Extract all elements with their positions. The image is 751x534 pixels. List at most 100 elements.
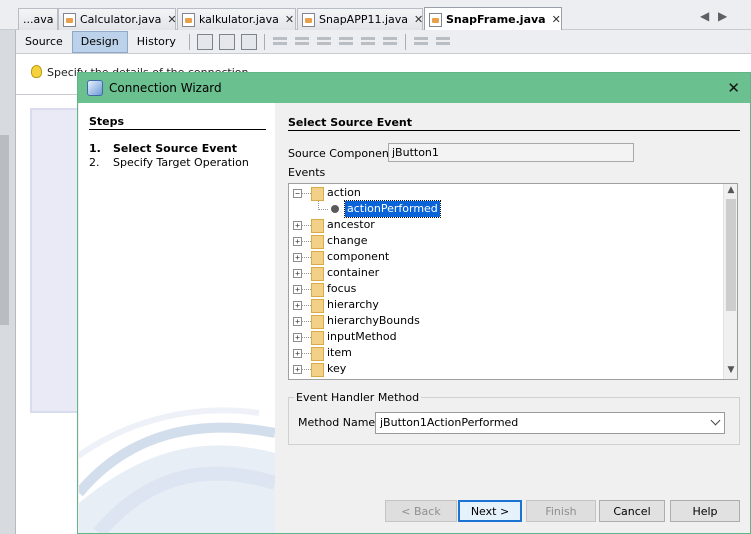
scroll-tabs-right-icon[interactable]: ▶	[718, 9, 727, 23]
decorative-swoosh-graphic	[79, 407, 275, 533]
dialog-title-bar[interactable]: Connection Wizard ✕	[78, 73, 750, 103]
help-button[interactable]: Help	[670, 500, 740, 522]
collapse-icon[interactable]: −	[293, 189, 302, 198]
source-component-label: Source Component:	[288, 147, 397, 160]
close-tab-icon[interactable]: ✕	[552, 13, 561, 26]
editor-tab-kalkulator[interactable]: kalkulator.java ✕	[177, 8, 296, 30]
events-tree[interactable]: − action actionPerformed + ancestor + chang…	[288, 183, 738, 380]
expand-icon[interactable]: +	[293, 237, 302, 246]
folder-icon	[311, 251, 324, 265]
step-label: Select Source Event	[113, 142, 238, 155]
tree-node-actionperformed[interactable]: actionPerformed	[289, 200, 721, 218]
tree-node-change[interactable]: + change	[289, 233, 721, 249]
tree-node-inputmethod[interactable]: + inputMethod	[289, 329, 721, 345]
align-center-icon[interactable]	[316, 34, 332, 50]
folder-icon	[311, 315, 324, 329]
tree-connector	[302, 353, 311, 354]
tree-node-hierarchybounds[interactable]: + hierarchyBounds	[289, 313, 721, 329]
tree-node-label: component	[327, 250, 390, 263]
editor-tab-bar: ...ava Calculator.java ✕ kalkulator.java…	[0, 0, 751, 31]
expand-icon[interactable]: +	[293, 365, 302, 374]
next-button[interactable]: Next >	[458, 500, 522, 522]
resize-vertical-icon[interactable]	[435, 34, 451, 50]
source-view-button[interactable]: Source	[16, 31, 72, 53]
tab-label: kalkulator.java	[199, 13, 279, 26]
connection-mode-icon[interactable]	[218, 33, 235, 50]
wizard-cube-icon	[87, 80, 103, 96]
java-form-icon	[182, 12, 195, 27]
tree-node-label: focus	[327, 282, 357, 295]
scroll-tabs-left-icon[interactable]: ◀	[700, 9, 709, 23]
scroll-up-icon[interactable]: ▲	[726, 185, 736, 195]
tree-node-ancestor[interactable]: + ancestor	[289, 217, 721, 233]
expand-icon[interactable]: +	[293, 349, 302, 358]
lightbulb-icon	[31, 65, 42, 78]
expand-icon[interactable]: +	[293, 269, 302, 278]
selection-mode-icon[interactable]	[196, 33, 213, 50]
expand-icon[interactable]: +	[293, 301, 302, 310]
tree-vertical-scrollbar[interactable]: ▲ ▼	[723, 184, 737, 379]
align-top-icon[interactable]	[338, 34, 354, 50]
tree-node-item[interactable]: + item	[289, 345, 721, 361]
folder-icon	[311, 219, 324, 233]
close-tab-icon[interactable]: ✕	[414, 13, 423, 26]
tree-node-action[interactable]: − action	[289, 185, 721, 201]
method-name-value: jButton1ActionPerformed	[380, 416, 519, 429]
tree-node-component[interactable]: + component	[289, 249, 721, 265]
method-name-combobox[interactable]: jButton1ActionPerformed	[375, 412, 725, 434]
tree-connector	[318, 209, 328, 210]
tree-node-label: ancestor	[327, 218, 375, 231]
expand-icon[interactable]: +	[293, 285, 302, 294]
align-bottom-icon[interactable]	[360, 34, 376, 50]
folder-icon	[311, 267, 324, 281]
left-panel-scrollbar[interactable]	[0, 135, 9, 325]
design-view-button[interactable]: Design	[71, 30, 128, 53]
expand-icon[interactable]: +	[293, 221, 302, 230]
step-item-current: 1. Select Source Event	[89, 142, 237, 155]
tree-node-label: item	[327, 346, 352, 359]
expand-icon[interactable]: +	[293, 253, 302, 262]
toolbar-separator	[404, 33, 406, 50]
history-view-button[interactable]: History	[128, 31, 185, 53]
align-left-icon[interactable]	[272, 34, 288, 50]
back-button[interactable]: < Back	[385, 500, 457, 522]
folder-icon	[311, 299, 324, 313]
steps-divider	[89, 129, 266, 130]
tree-node-label: key	[327, 362, 347, 375]
close-dialog-icon[interactable]: ✕	[727, 79, 740, 97]
chevron-down-icon[interactable]	[710, 415, 721, 426]
editor-tab-snapframe[interactable]: SnapFrame.java ✕	[424, 7, 562, 31]
editor-tab-ava[interactable]: ...ava	[18, 8, 58, 30]
expand-icon[interactable]: +	[293, 333, 302, 342]
steps-title: Steps	[89, 115, 125, 128]
tree-node-label: change	[327, 234, 368, 247]
preview-design-icon[interactable]	[240, 33, 257, 50]
cancel-button[interactable]: Cancel	[599, 500, 665, 522]
scrollbar-thumb[interactable]	[726, 199, 736, 311]
resize-horizontal-icon[interactable]	[413, 34, 429, 50]
title-divider	[288, 130, 740, 131]
finish-button[interactable]: Finish	[526, 500, 596, 522]
expand-icon[interactable]: +	[293, 317, 302, 326]
close-tab-icon[interactable]: ✕	[285, 13, 294, 26]
selected-event-label[interactable]: actionPerformed	[344, 200, 441, 218]
close-tab-icon[interactable]: ✕	[167, 13, 176, 26]
tree-node-key[interactable]: + key	[289, 361, 721, 377]
design-canvas[interactable]	[30, 108, 80, 413]
source-component-field: jButton1	[388, 143, 634, 162]
tree-connector	[302, 225, 311, 226]
tree-node-hierarchy[interactable]: + hierarchy	[289, 297, 721, 313]
align-middle-icon[interactable]	[382, 34, 398, 50]
editor-tab-snapapp[interactable]: SnapAPP11.java ✕	[297, 8, 423, 30]
tree-node-focus[interactable]: + focus	[289, 281, 721, 297]
event-dot-icon	[331, 205, 339, 213]
align-right-icon[interactable]	[294, 34, 310, 50]
tree-node-label: action	[327, 186, 361, 199]
tree-node-container[interactable]: + container	[289, 265, 721, 281]
scroll-down-icon[interactable]: ▼	[726, 365, 736, 375]
editor-tab-calculator[interactable]: Calculator.java ✕	[58, 8, 177, 30]
method-name-label: Method Name:	[298, 416, 379, 429]
folder-icon	[311, 283, 324, 297]
toolbar-separator	[263, 33, 265, 50]
tab-label: SnapFrame.java	[446, 13, 546, 26]
